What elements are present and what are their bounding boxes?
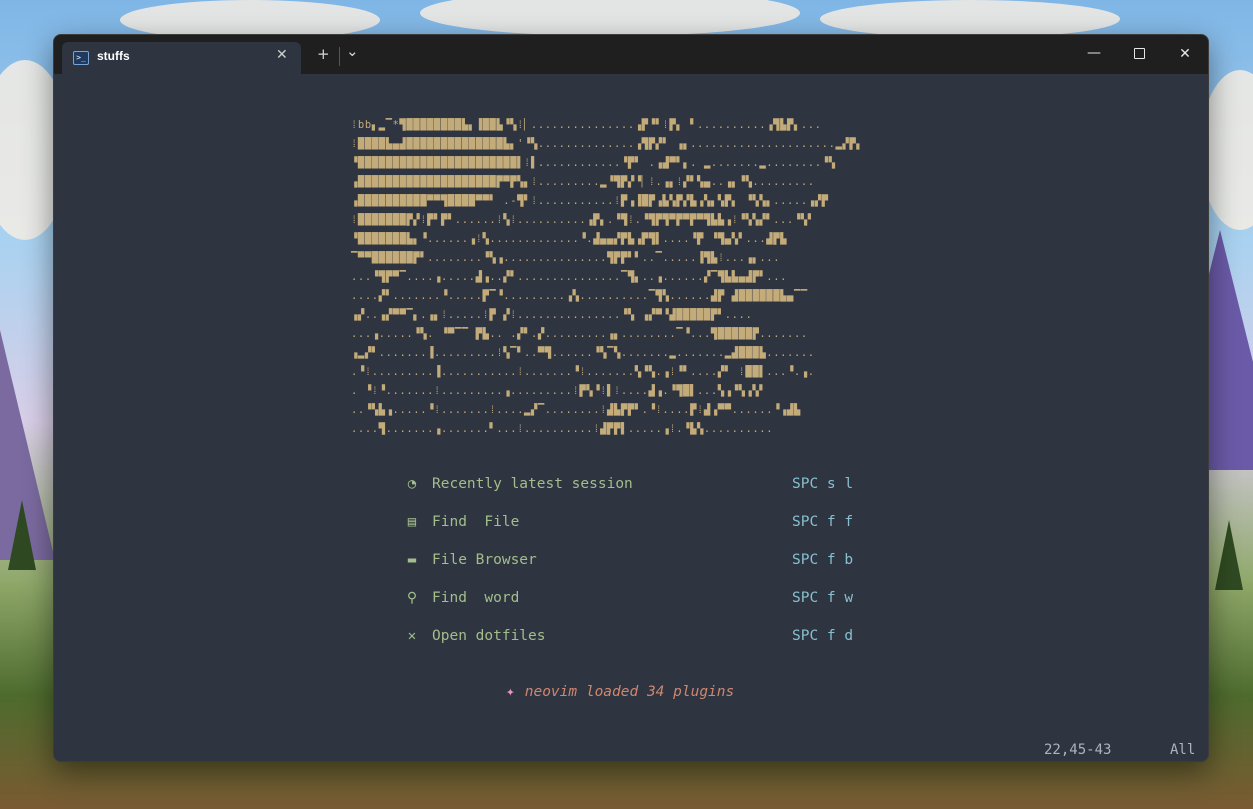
minimize-button[interactable]: — xyxy=(1084,43,1104,63)
cloud xyxy=(420,0,800,36)
tab-stuffs[interactable]: >_ stuffs ✕ xyxy=(62,42,301,74)
dashboard-footer: ✦ neovim loaded 34 plugins xyxy=(506,684,734,700)
terminal-window: >_ stuffs ✕ + ⌄ — ✕ ⁞bb▖▂▔*▜████████▙▖▐█… xyxy=(53,34,1209,762)
dashboard-item-find-file[interactable]: ▤ Find File SPC f f xyxy=(404,514,864,534)
dashboard-item-label: Open dotfiles xyxy=(432,628,546,644)
title-bar[interactable]: >_ stuffs ✕ + ⌄ — ✕ xyxy=(54,35,1208,74)
dashboard-item-label: Recently latest session xyxy=(432,476,633,492)
close-tab-button[interactable]: ✕ xyxy=(276,47,288,63)
dashboard-item-shortcut: SPC f b xyxy=(792,552,854,568)
divider xyxy=(339,47,340,66)
tab-title: stuffs xyxy=(97,49,130,63)
neovim-dashboard[interactable]: ⁞bb▖▂▔*▜████████▙▖▐██▙▝▚⁞▏..............… xyxy=(54,74,1208,761)
cursor-position: 22,45-43 xyxy=(1044,742,1112,758)
dashboard-item-find-word[interactable]: ⚲ Find word SPC f w xyxy=(404,590,864,610)
tools-icon: ✕ xyxy=(407,628,417,644)
footer-text: neovim loaded 34 plugins xyxy=(524,684,735,700)
close-window-button[interactable]: ✕ xyxy=(1175,44,1195,64)
tree xyxy=(8,500,36,570)
new-tab-button[interactable]: + xyxy=(317,46,330,62)
dashboard-item-open-dotfiles[interactable]: ✕ Open dotfiles SPC f d xyxy=(404,628,864,648)
powershell-icon: >_ xyxy=(73,51,89,65)
file-icon: ▤ xyxy=(407,514,417,530)
ascii-art-header: ⁞bb▖▂▔*▜████████▙▖▐██▙▝▚⁞▏..............… xyxy=(351,119,864,435)
cloud xyxy=(820,0,1120,38)
tree xyxy=(1215,520,1243,590)
dashboard-item-label: Find File xyxy=(432,514,520,530)
folder-icon: ▬ xyxy=(407,552,417,568)
tab-dropdown-button[interactable]: ⌄ xyxy=(346,43,359,59)
party-popper-icon: ✦ xyxy=(506,684,515,700)
search-icon: ⚲ xyxy=(406,590,418,606)
dashboard-item-label: Find word xyxy=(432,590,520,606)
dashboard-item-recently-latest-session[interactable]: ◔ Recently latest session SPC s l xyxy=(404,476,864,496)
dashboard-item-shortcut: SPC f f xyxy=(792,514,854,530)
scroll-indicator: All xyxy=(1170,742,1196,758)
dashboard-item-shortcut: SPC s l xyxy=(792,476,854,492)
dashboard-item-label: File Browser xyxy=(432,552,537,568)
history-icon: ◔ xyxy=(407,476,417,492)
dashboard-item-file-browser[interactable]: ▬ File Browser SPC f b xyxy=(404,552,864,572)
dashboard-item-shortcut: SPC f d xyxy=(792,628,854,644)
dashboard-item-shortcut: SPC f w xyxy=(792,590,854,606)
maximize-button[interactable] xyxy=(1134,48,1145,59)
